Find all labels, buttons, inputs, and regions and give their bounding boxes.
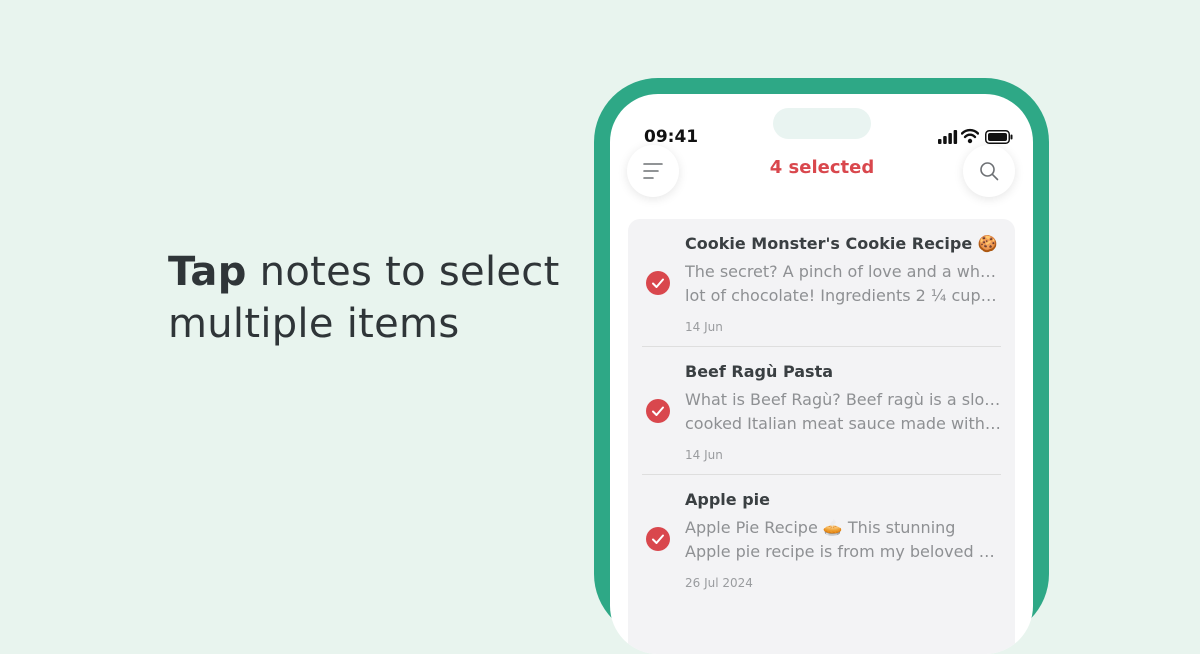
note-date: 14 Jun: [685, 320, 723, 334]
checkmark-icon[interactable]: [646, 527, 670, 551]
menu-button[interactable]: [627, 145, 679, 197]
battery-icon: [985, 130, 1013, 144]
checkmark-icon[interactable]: [646, 399, 670, 423]
note-preview-line: The secret? A pinch of love and a whole: [685, 262, 1003, 281]
headline-line2: multiple items: [168, 301, 460, 347]
wifi-icon: [961, 128, 979, 144]
note-item[interactable]: Apple pie Apple Pie Recipe 🥧 This stunni…: [628, 475, 1015, 603]
search-icon: [980, 162, 999, 181]
note-title: Apple pie: [685, 490, 770, 509]
phone-screen: 09:41 4 selected Cookie Monster's Cookie…: [610, 94, 1033, 654]
note-preview-line: Apple pie recipe is from my beloved Gr…: [685, 542, 1003, 561]
note-date: 26 Jul 2024: [685, 576, 753, 590]
checkmark-icon[interactable]: [646, 271, 670, 295]
note-preview-line: lot of chocolate! Ingredients 2 ¼ cups…: [685, 286, 1003, 305]
note-title: Beef Ragù Pasta: [685, 362, 834, 381]
note-preview: Apple Pie Recipe 🥧 This stunning Apple p…: [685, 516, 1003, 564]
dynamic-island: [773, 108, 871, 139]
status-time: 09:41: [644, 127, 699, 147]
phone-frame: 09:41 4 selected Cookie Monster's Cookie…: [594, 78, 1049, 654]
note-preview: What is Beef Ragù? Beef ragù is a slow- …: [685, 388, 1003, 436]
note-preview-line: cooked Italian meat sauce made with t…: [685, 414, 1003, 433]
search-button[interactable]: [963, 145, 1015, 197]
note-date: 14 Jun: [685, 448, 723, 462]
note-preview-line: What is Beef Ragù? Beef ragù is a slow-: [685, 390, 1003, 409]
note-preview: The secret? A pinch of love and a whole …: [685, 260, 1003, 308]
signal-icon: [938, 130, 958, 144]
note-title: Cookie Monster's Cookie Recipe 🍪: [685, 234, 998, 253]
page-title: 4 selected: [769, 157, 875, 178]
headline-rest: notes to select: [246, 249, 560, 295]
note-preview-line: Apple Pie Recipe 🥧 This stunning: [685, 518, 956, 537]
note-item[interactable]: Beef Ragù Pasta What is Beef Ragù? Beef …: [628, 347, 1015, 475]
notes-list: Cookie Monster's Cookie Recipe 🍪 The sec…: [628, 219, 1015, 654]
promo-headline: Tap notes to select multiple items: [168, 246, 568, 350]
note-item[interactable]: Cookie Monster's Cookie Recipe 🍪 The sec…: [628, 219, 1015, 347]
headline-strong: Tap: [168, 249, 247, 295]
menu-icon: [643, 163, 663, 179]
